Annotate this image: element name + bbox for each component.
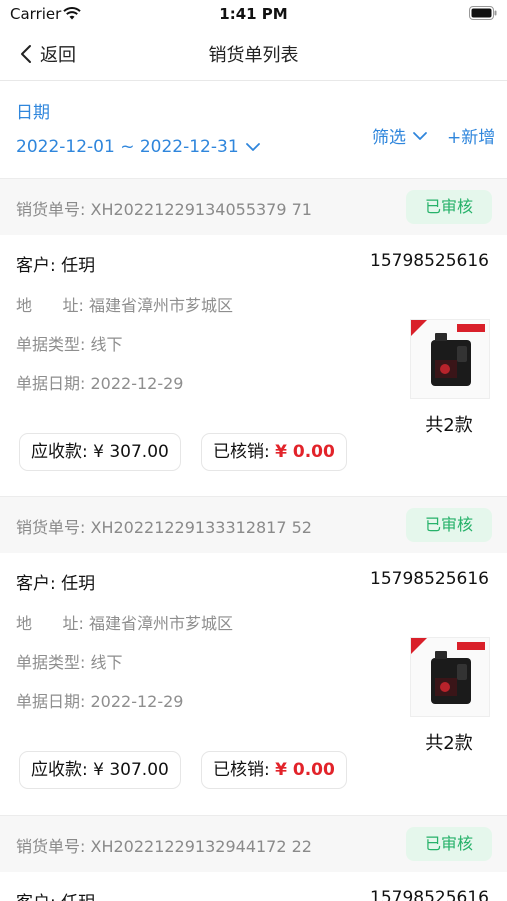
order-body: 客户: 任玥 15798525616: [0, 872, 507, 901]
nav-bar: 返回 销货单列表: [0, 28, 507, 81]
customer-phone[interactable]: 15798525616: [370, 251, 489, 271]
filter-button[interactable]: 筛选: [372, 123, 428, 148]
order-header: 销货单号: XH20221229132944172 22 已审核: [0, 815, 507, 872]
customer-name: 客户: 任玥: [16, 574, 96, 594]
chevron-down-icon: [245, 143, 260, 151]
customer-phone[interactable]: 15798525616: [370, 569, 489, 589]
order-body: 客户: 任玥 15798525616 地 址: 福建省漳州市芗城区 单据类型: …: [0, 235, 507, 497]
date-row: 单据日期: 2022-12-29: [16, 374, 184, 393]
items-count: 共2款: [425, 733, 473, 754]
add-button[interactable]: +新增: [447, 123, 495, 148]
status-badge: 已审核: [406, 190, 492, 224]
customer-name: 客户: 任玥: [16, 256, 96, 276]
status-bar: Carrier 1:41 PM: [0, 0, 507, 28]
status-badge: 已审核: [406, 827, 492, 861]
order-card[interactable]: 销货单号: XH20221229132944172 22 已审核 客户: 任玥 …: [0, 815, 507, 901]
chevron-left-icon: [21, 45, 31, 63]
customer-name: 客户: 任玥: [16, 888, 95, 901]
order-body: 客户: 任玥 15798525616 地 址: 福建省漳州市芗城区 单据类型: …: [0, 553, 507, 815]
address-row: 地 址: 福建省漳州市芗城区: [16, 614, 234, 633]
product-thumbnail[interactable]: [410, 319, 490, 399]
receivable-amount: 应收款: ¥ 307.00: [19, 433, 181, 471]
order-number: 销货单号: XH20221229132944172 22: [16, 837, 312, 856]
type-row: 单据类型: 线下: [16, 335, 123, 354]
chevron-down-icon: [413, 131, 427, 140]
order-card[interactable]: 销货单号: XH20221229134055379 71 已审核 客户: 任玥 …: [0, 178, 507, 497]
date-range-picker[interactable]: 2022-12-01 ~ 2022-12-31: [16, 137, 261, 157]
order-number: 销货单号: XH20221229133312817 52: [16, 518, 312, 537]
receivable-amount: 应收款: ¥ 307.00: [19, 751, 181, 789]
filter-bar: 日期 2022-12-01 ~ 2022-12-31 筛选 +新增: [0, 81, 507, 178]
back-label: 返回: [40, 45, 76, 66]
page-title: 销货单列表: [208, 45, 299, 66]
date-row: 单据日期: 2022-12-29: [16, 692, 184, 711]
back-button[interactable]: 返回: [20, 40, 76, 68]
product-thumbnail[interactable]: [410, 637, 490, 717]
order-header: 销货单号: XH20221229134055379 71 已审核: [0, 178, 507, 235]
verified-amount: 已核销: ¥ 0.00: [201, 433, 347, 471]
items-count: 共2款: [425, 415, 473, 436]
clock: 1:41 PM: [219, 5, 288, 23]
order-card[interactable]: 销货单号: XH20221229133312817 52 已审核 客户: 任玥 …: [0, 496, 507, 815]
verified-amount: 已核销: ¥ 0.00: [201, 751, 347, 789]
date-range-value: 2022-12-01 ~ 2022-12-31: [16, 137, 239, 157]
order-number: 销货单号: XH20221229134055379 71: [16, 200, 312, 219]
date-label: 日期: [16, 103, 50, 123]
type-row: 单据类型: 线下: [16, 653, 123, 672]
order-header: 销货单号: XH20221229133312817 52 已审核: [0, 496, 507, 553]
filter-label: 筛选: [372, 128, 406, 148]
battery-icon: [469, 6, 497, 20]
address-row: 地 址: 福建省漳州市芗城区: [16, 296, 234, 315]
customer-phone[interactable]: 15798525616: [370, 888, 489, 901]
status-badge: 已审核: [406, 508, 492, 542]
